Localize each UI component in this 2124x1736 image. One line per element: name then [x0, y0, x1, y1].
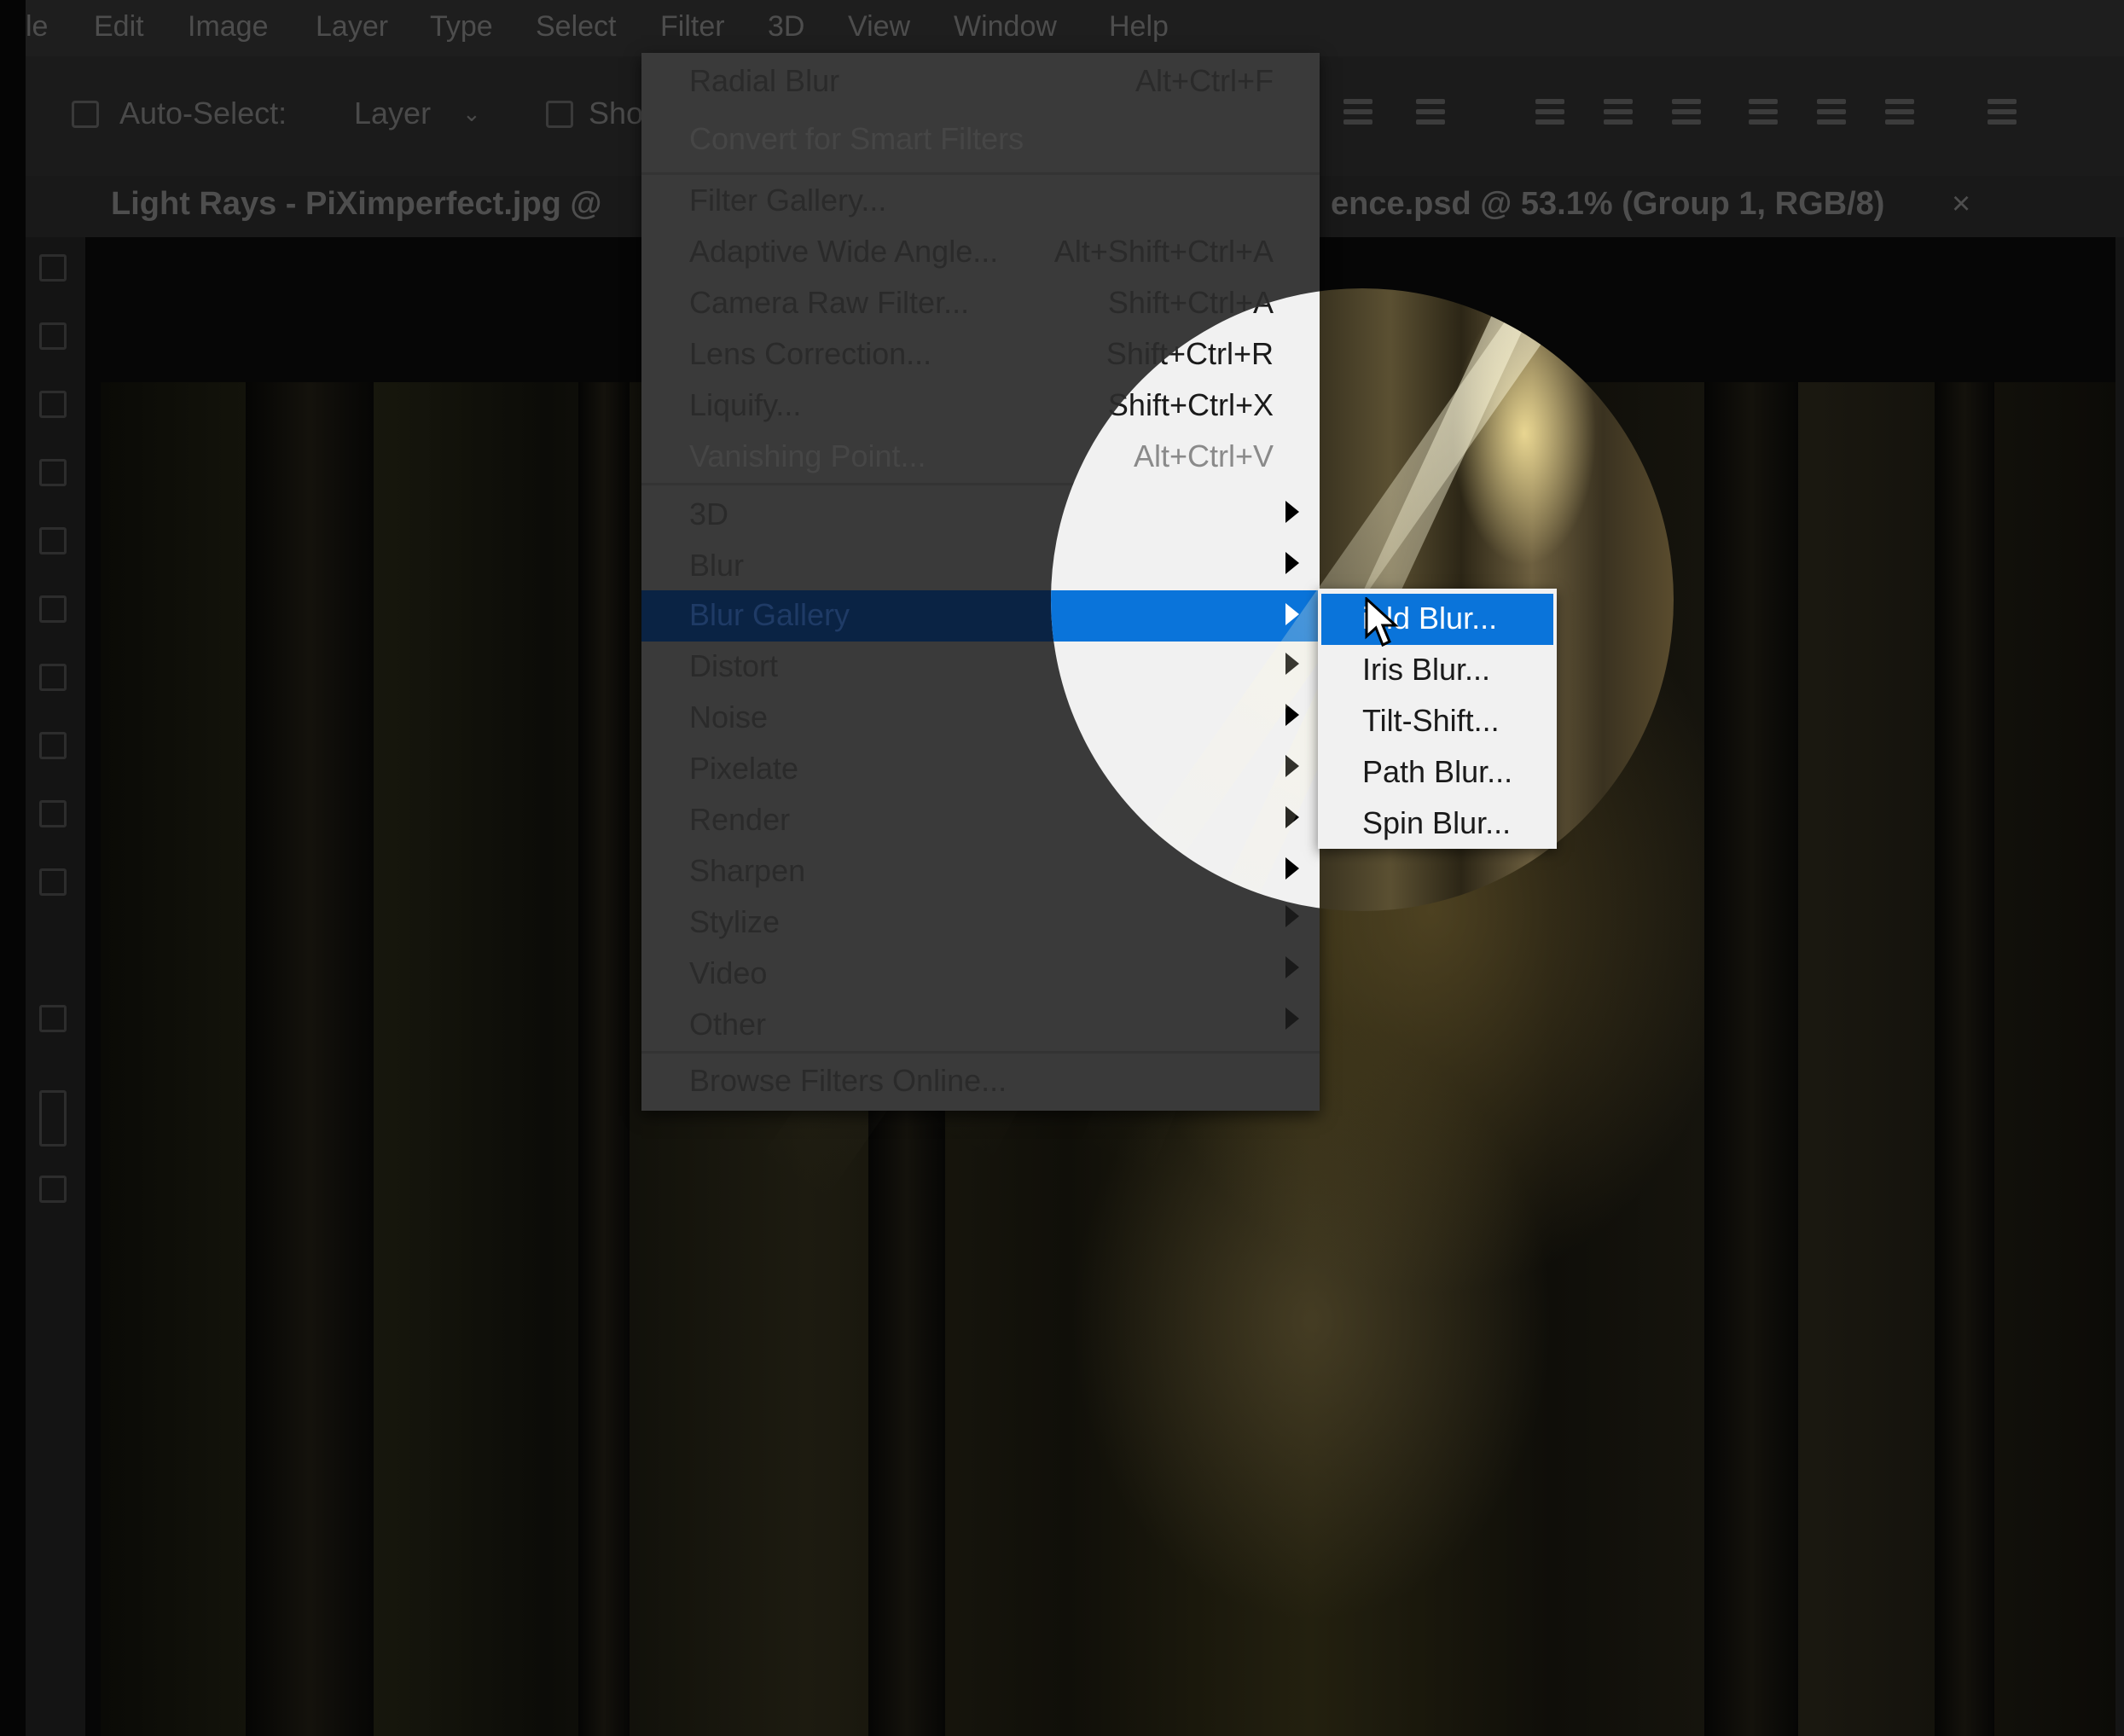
menu-separator	[641, 1051, 1320, 1054]
auto-select-checkbox[interactable]	[72, 101, 99, 128]
menu-window[interactable]: Window	[954, 10, 1057, 44]
mouse-cursor-icon	[1365, 597, 1399, 647]
window-edge	[0, 0, 26, 1736]
show-transform-checkbox[interactable]	[546, 101, 573, 128]
menu-item-distort[interactable]: Distort	[689, 648, 778, 684]
menu-item-filter-gallery[interactable]: Filter Gallery...	[689, 183, 886, 218]
submenu-arrow-icon	[1285, 956, 1299, 978]
menu-item-camera-raw[interactable]: Camera Raw Filter...	[689, 285, 969, 321]
menu-item-noise[interactable]: Noise	[689, 700, 768, 735]
distribute-bottom-icon[interactable]	[1672, 99, 1701, 130]
menu-item-lens-correction[interactable]: Lens Correction...	[689, 336, 931, 372]
submenu-item-path-blur[interactable]: Path Blur...	[1362, 754, 1512, 790]
screen-mode-icon[interactable]	[39, 1176, 67, 1203]
submenu-item-tilt-shift[interactable]: Tilt-Shift...	[1362, 703, 1500, 739]
tab-close-icon[interactable]: ×	[1952, 186, 1970, 223]
menu-file[interactable]: le	[26, 10, 48, 44]
menu-bar: le Edit Image Layer Type Select Filter 3…	[26, 0, 2124, 56]
menu-item-browse-filters-online[interactable]: Browse Filters Online...	[689, 1063, 1007, 1099]
distribute-vcenter-icon[interactable]	[1604, 99, 1633, 130]
shortcut-last-filter: Alt+Ctrl+F	[1135, 63, 1274, 98]
type-tool-icon[interactable]	[39, 732, 67, 759]
menu-help[interactable]: Help	[1109, 10, 1169, 44]
align-vcenter-icon[interactable]	[1416, 99, 1445, 130]
submenu-arrow-icon	[1285, 857, 1299, 880]
color-swatch-icon[interactable]	[39, 1090, 67, 1147]
shape-tool-icon[interactable]	[39, 800, 67, 827]
shortcut-adaptive-wide-angle: Alt+Shift+Ctrl+A	[1053, 234, 1274, 269]
menu-separator	[641, 172, 1320, 175]
tools-panel	[26, 237, 85, 1736]
menu-item-adaptive-wide-angle[interactable]: Adaptive Wide Angle...	[689, 234, 998, 270]
shortcut-liquify-lit: Shift+Ctrl+X	[1107, 387, 1274, 422]
tree-trunk	[246, 382, 374, 1736]
menu-image[interactable]: Image	[188, 10, 269, 44]
menu-item-blur[interactable]: Blur	[689, 548, 744, 584]
menu-edit[interactable]: Edit	[94, 10, 144, 44]
menu-item-stylize[interactable]: Stylize	[689, 904, 780, 940]
shortcut-camera-raw-lit: Shift+Ctrl+A	[1107, 288, 1274, 320]
menu-select[interactable]: Select	[536, 10, 617, 44]
hand-tool-icon[interactable]	[39, 1005, 67, 1032]
pen-tool-icon[interactable]	[39, 391, 67, 418]
distribute-left-icon[interactable]	[1749, 99, 1778, 130]
brush-tool-icon[interactable]	[39, 322, 67, 350]
show-transform-label: Sho	[589, 96, 644, 131]
menu-item-3d[interactable]: 3D	[689, 496, 728, 532]
zoom-tool-icon[interactable]	[39, 868, 67, 896]
gradient-tool-icon[interactable]	[39, 595, 67, 623]
menu-item-vanishing-point: Vanishing Point...	[689, 438, 926, 473]
shortcut-vanishing-point-lit: Alt+Ctrl+V	[1133, 438, 1274, 473]
menu-item-blur-gallery-label: Blur Gallery	[689, 597, 850, 632]
tab-reference-psd[interactable]: ence.psd @ 53.1% (Group 1, RGB/8)	[1331, 186, 1884, 223]
submenu-arrow-icon	[1285, 552, 1299, 574]
blur-gallery-submenu: ield Blur... Iris Blur... Tilt-Shift... …	[1318, 589, 1557, 849]
distribute-spacing-icon[interactable]	[1988, 99, 2017, 130]
tab-light-rays[interactable]: Light Rays - PiXimperfect.jpg @	[111, 186, 601, 223]
menu-item-video[interactable]: Video	[689, 955, 767, 991]
submenu-item-iris-blur[interactable]: Iris Blur...	[1362, 652, 1490, 688]
menu-item-sharpen[interactable]: Sharpen	[689, 853, 805, 889]
dodge-tool-icon[interactable]	[39, 664, 67, 691]
tree-trunk	[578, 382, 630, 1736]
menu-item-liquify[interactable]: Liquify...	[689, 387, 801, 423]
menu-item-pixelate[interactable]: Pixelate	[689, 751, 798, 787]
submenu-arrow-icon	[1285, 501, 1299, 523]
menu-view[interactable]: View	[848, 10, 910, 44]
menu-layer[interactable]: Layer	[316, 10, 388, 44]
auto-select-label: Auto-Select:	[119, 96, 287, 131]
menu-item-convert-smart-filters: Convert for Smart Filters	[689, 121, 1024, 156]
menu-item-last-filter[interactable]: Radial Blur	[689, 63, 839, 99]
eraser-tool-icon[interactable]	[39, 527, 67, 554]
menu-item-render[interactable]: Render	[689, 802, 790, 838]
spotlight-selection-bar	[1051, 590, 1320, 642]
marquee-tool-icon[interactable]	[39, 254, 67, 282]
distribute-right-icon[interactable]	[1885, 99, 1914, 130]
shortcut-lens-correction-lit: Shift+Ctrl+R	[1106, 336, 1274, 371]
tree-trunk	[1704, 382, 1798, 1736]
chevron-down-icon[interactable]: ⌄	[462, 101, 481, 127]
submenu-arrow-icon	[1285, 1007, 1299, 1030]
menu-item-other[interactable]: Other	[689, 1007, 766, 1042]
stamp-tool-icon[interactable]	[39, 459, 67, 486]
submenu-item-field-blur[interactable]: ield Blur...	[1321, 594, 1553, 645]
submenu-item-spin-blur[interactable]: Spin Blur...	[1362, 805, 1511, 841]
menu-filter[interactable]: Filter	[660, 10, 725, 44]
align-top-icon[interactable]	[1343, 99, 1372, 130]
menu-type[interactable]: Type	[430, 10, 493, 44]
distribute-top-icon[interactable]	[1535, 99, 1564, 130]
submenu-arrow-icon	[1285, 704, 1299, 726]
layer-dropdown[interactable]: Layer	[354, 96, 431, 131]
tree-trunk	[1935, 382, 1994, 1736]
menu-3d[interactable]: 3D	[768, 10, 804, 44]
distribute-hcenter-icon[interactable]	[1817, 99, 1846, 130]
